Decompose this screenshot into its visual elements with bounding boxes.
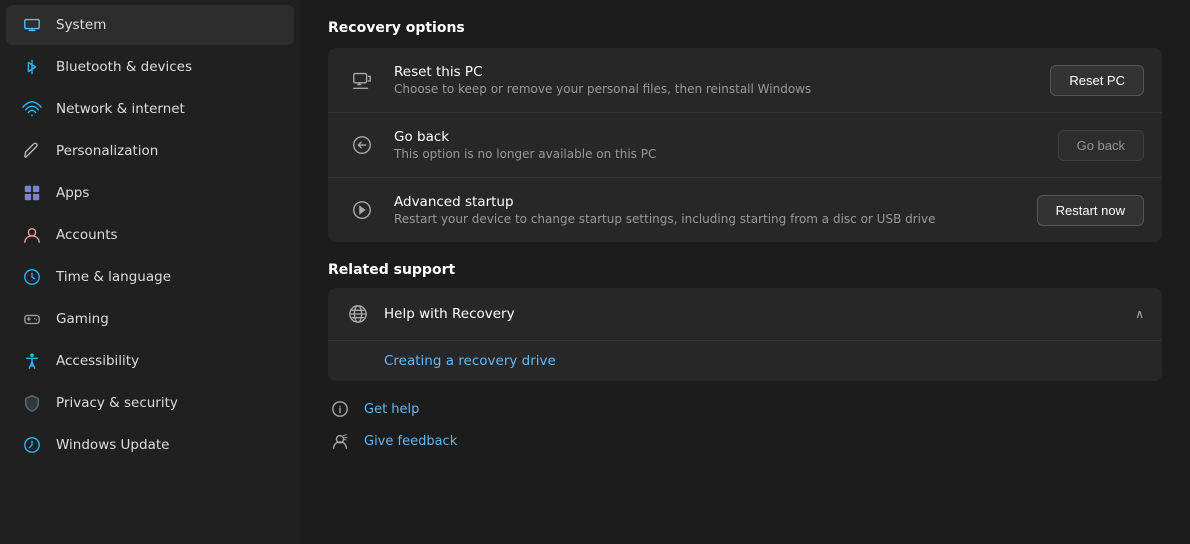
sidebar-item-system[interactable]: System xyxy=(6,5,294,45)
reset-pc-desc: Choose to keep or remove your personal f… xyxy=(394,82,1034,96)
advanced-startup-content: Advanced startup Restart your device to c… xyxy=(394,194,1021,226)
give-feedback-icon xyxy=(328,429,352,453)
gaming-icon xyxy=(22,309,42,329)
sidebar-item-label-privacy: Privacy & security xyxy=(56,395,178,411)
sidebar: System Bluetooth & devices Network & int… xyxy=(0,0,300,544)
update-icon xyxy=(22,435,42,455)
time-icon xyxy=(22,267,42,287)
main-content: Recovery options Reset this PC Choose to … xyxy=(300,0,1190,544)
sidebar-item-label-apps: Apps xyxy=(56,185,89,201)
related-support-card: Help with Recovery ∧ Creating a recovery d… xyxy=(328,288,1162,381)
recovery-row-reset-pc: Reset this PC Choose to keep or remove yo… xyxy=(328,48,1162,113)
recovery-row-go-back: Go back This option is no longer availabl… xyxy=(328,113,1162,178)
get-help-icon xyxy=(328,397,352,421)
advanced-startup-desc: Restart your device to change startup se… xyxy=(394,212,1021,226)
sidebar-item-time[interactable]: Time & language xyxy=(6,257,294,297)
sidebar-item-accessibility[interactable]: Accessibility xyxy=(6,341,294,381)
reset-pc-icon xyxy=(346,64,378,96)
creating-recovery-drive-link[interactable]: Creating a recovery drive xyxy=(384,353,556,369)
recovery-row-advanced-startup: Advanced startup Restart your device to c… xyxy=(328,178,1162,242)
sidebar-item-label-time: Time & language xyxy=(56,269,171,285)
accounts-icon xyxy=(22,225,42,245)
sidebar-item-label-accounts: Accounts xyxy=(56,227,118,243)
network-icon xyxy=(22,99,42,119)
bottom-link-row-get-help[interactable]: Get help xyxy=(328,397,1162,421)
personalization-icon xyxy=(22,141,42,161)
sidebar-item-network[interactable]: Network & internet xyxy=(6,89,294,129)
go-back-content: Go back This option is no longer availabl… xyxy=(394,129,1042,161)
sidebar-item-label-network: Network & internet xyxy=(56,101,185,117)
go-back-desc: This option is no longer available on th… xyxy=(394,147,1042,161)
help-recovery-label: Help with Recovery xyxy=(384,306,1121,322)
sidebar-item-personalization[interactable]: Personalization xyxy=(6,131,294,171)
go-back-title: Go back xyxy=(394,129,1042,145)
advanced-startup-button[interactable]: Restart now xyxy=(1037,195,1144,226)
accessibility-icon xyxy=(22,351,42,371)
help-recovery-row[interactable]: Help with Recovery ∧ xyxy=(328,288,1162,340)
globe-icon xyxy=(346,302,370,326)
advanced-startup-title: Advanced startup xyxy=(394,194,1021,210)
give-feedback-link[interactable]: Give feedback xyxy=(364,434,457,449)
reset-pc-title: Reset this PC xyxy=(394,64,1034,80)
sidebar-item-update[interactable]: Windows Update xyxy=(6,425,294,465)
sidebar-item-label-accessibility: Accessibility xyxy=(56,353,139,369)
sidebar-item-label-gaming: Gaming xyxy=(56,311,109,327)
reset-pc-button[interactable]: Reset PC xyxy=(1050,65,1144,96)
bluetooth-icon xyxy=(22,57,42,77)
system-icon xyxy=(22,15,42,35)
bottom-link-row-give-feedback[interactable]: Give feedback xyxy=(328,429,1162,453)
sidebar-item-apps[interactable]: Apps xyxy=(6,173,294,213)
sidebar-item-gaming[interactable]: Gaming xyxy=(6,299,294,339)
sidebar-item-label-system: System xyxy=(56,17,106,33)
sidebar-item-label-update: Windows Update xyxy=(56,437,169,453)
privacy-icon xyxy=(22,393,42,413)
sidebar-item-bluetooth[interactable]: Bluetooth & devices xyxy=(6,47,294,87)
chevron-up-icon: ∧ xyxy=(1135,307,1144,321)
get-help-link[interactable]: Get help xyxy=(364,402,419,417)
reset-pc-content: Reset this PC Choose to keep or remove yo… xyxy=(394,64,1034,96)
apps-icon xyxy=(22,183,42,203)
bottom-links: Get help Give feedback xyxy=(328,397,1162,453)
go-back-button: Go back xyxy=(1058,130,1144,161)
sidebar-item-privacy[interactable]: Privacy & security xyxy=(6,383,294,423)
sidebar-item-accounts[interactable]: Accounts xyxy=(6,215,294,255)
go-back-icon xyxy=(346,129,378,161)
help-recovery-expanded: Creating a recovery drive xyxy=(328,340,1162,381)
sidebar-item-label-bluetooth: Bluetooth & devices xyxy=(56,59,192,75)
advanced-startup-icon xyxy=(346,194,378,226)
recovery-options-card: Reset this PC Choose to keep or remove yo… xyxy=(328,48,1162,242)
related-support-title: Related support xyxy=(328,262,1162,278)
recovery-options-title: Recovery options xyxy=(328,20,1162,36)
sidebar-item-label-personalization: Personalization xyxy=(56,143,158,159)
